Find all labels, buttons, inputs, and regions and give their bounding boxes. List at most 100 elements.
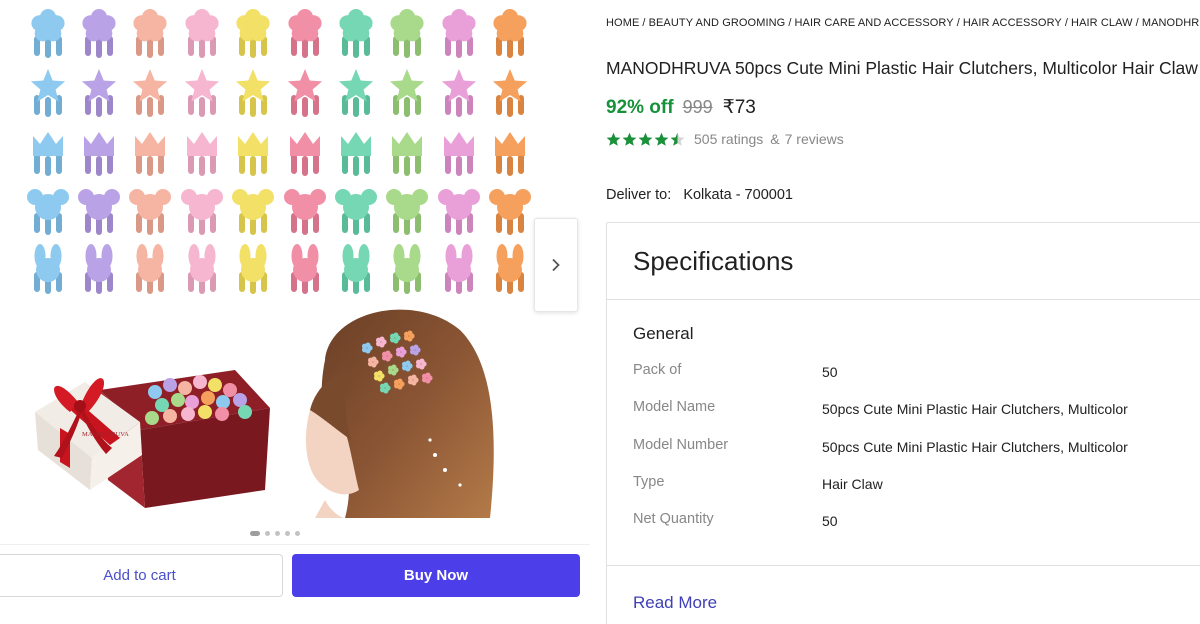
hair-clip-mouse [228, 182, 279, 241]
star-icon [654, 132, 669, 146]
spec-key: Type [633, 473, 665, 490]
pager-dot[interactable] [265, 531, 270, 536]
hair-clip-bunny [382, 241, 433, 300]
spec-value: 50 [822, 513, 838, 530]
boxed-clip [208, 378, 222, 392]
boxed-clip [238, 405, 252, 419]
hair-clip-flower [485, 4, 536, 63]
breadcrumb-product[interactable]: MANODHRUVA H [1142, 17, 1200, 29]
hair-clip-flower [22, 4, 73, 63]
breadcrumb-home[interactable]: HOME [606, 17, 639, 29]
hair-clip-mouse [382, 182, 433, 241]
boxed-clip [223, 383, 237, 397]
image-pager [250, 531, 300, 536]
specifications-heading: Specifications [633, 245, 794, 276]
spec-row: Model Name 50pcs Cute Mini Plastic Hair … [633, 399, 1128, 436]
spec-group-title: General [633, 324, 694, 343]
product-details: HOME / BEAUTY AND GROOMING / HAIR CARE AND A… [606, 0, 1200, 624]
hair-clip-star [279, 63, 330, 122]
hair-clip-bunny [22, 241, 73, 300]
star-icon [638, 132, 653, 146]
hair-clip-crown [279, 122, 330, 181]
pager-dot[interactable] [250, 531, 260, 536]
hair-clip-mouse [73, 182, 124, 241]
next-image-button[interactable] [534, 218, 578, 312]
divider [607, 565, 1200, 566]
boxed-clip [163, 378, 177, 392]
star-icon [606, 132, 621, 146]
breadcrumb: HOME / BEAUTY AND GROOMING / HAIR CARE AND A… [606, 17, 1200, 29]
model-wearing-clips-image[interactable] [285, 300, 500, 518]
spec-row: Net Quantity 50 [633, 511, 1128, 548]
hair-clip-star [382, 63, 433, 122]
boxed-clip [185, 395, 199, 409]
breadcrumb-hair-care-and-accessory[interactable]: HAIR CARE AND ACCESSORY [795, 17, 954, 29]
hair-clip-flower [330, 4, 381, 63]
price-row: 92% off 999 ₹73 [606, 96, 756, 119]
ratings-count: 505 ratings [694, 131, 764, 147]
hair-clip-star [330, 63, 381, 122]
hair-clip-bunny [279, 241, 330, 300]
hair-clip-bunny [485, 241, 536, 300]
breadcrumb-beauty-and-grooming[interactable]: BEAUTY AND GROOMING [649, 17, 786, 29]
hair-clip-bunny [433, 241, 484, 300]
add-to-cart-button[interactable]: Add to cart [0, 554, 283, 597]
deliver-label: Deliver to: [606, 187, 672, 203]
hair-clip-mouse [279, 182, 330, 241]
hair-clip-star [433, 63, 484, 122]
hair-clip-star [125, 63, 176, 122]
hair-clips-image[interactable] [22, 4, 536, 300]
deliver-pincode: Kolkata - 700001 [683, 187, 793, 203]
gift-box-image[interactable]: MANODHRUVA [30, 330, 280, 510]
reviews-count: 7 reviews [784, 131, 844, 147]
hair-clip-flower [382, 4, 433, 63]
boxed-clip [215, 407, 229, 421]
spec-value: 50 [822, 364, 838, 380]
spec-table: Pack of 50 Model Name 50pcs Cute Mini Pl… [633, 362, 1128, 548]
hair-clip-bunny [73, 241, 124, 300]
hair-clip-mouse [330, 182, 381, 241]
buy-now-button[interactable]: Buy Now [292, 554, 580, 597]
boxed-clip [148, 385, 162, 399]
hair-clip-bunny [330, 241, 381, 300]
hair-clip-crown [73, 122, 124, 181]
hair-clip-star [485, 63, 536, 122]
star-icon [670, 132, 685, 146]
discount-percent: 92% off [606, 97, 674, 118]
boxed-clip [201, 391, 215, 405]
boxed-clip [171, 393, 185, 407]
spec-value: 50pcs Cute Mini Plastic Hair Clutchers, … [822, 401, 1128, 418]
hair-clip-mouse [433, 182, 484, 241]
hair-clip-bunny [176, 241, 227, 300]
spec-key: Model Number [633, 436, 729, 453]
hair-clip-flower [125, 4, 176, 63]
boxed-clip [198, 405, 212, 419]
hair-clip-star [73, 63, 124, 122]
breadcrumb-hair-claw[interactable]: HAIR CLAW [1071, 17, 1133, 29]
hair-clip-mouse [125, 182, 176, 241]
boxed-clip [193, 375, 207, 389]
pager-dot[interactable] [295, 531, 300, 536]
read-more-link[interactable]: Read More [633, 593, 717, 613]
pager-dot[interactable] [285, 531, 290, 536]
spec-value: 50pcs Cute Mini Plastic Hair Clutchers, … [822, 438, 1128, 455]
spec-key: Pack of [633, 362, 682, 378]
delivery-location[interactable]: Deliver to: Kolkata - 700001 [606, 187, 793, 203]
boxed-clip [181, 407, 195, 421]
hair-clip-crown [433, 122, 484, 181]
spec-key: Net Quantity [633, 511, 714, 528]
breadcrumb-hair-accessory[interactable]: HAIR ACCESSORY [963, 17, 1062, 29]
hair-clip-mouse [22, 182, 73, 241]
specifications-header: Specifications [607, 223, 1200, 300]
rating-summary[interactable]: 505 ratings & 7 reviews [606, 131, 844, 147]
boxed-clip [163, 409, 177, 423]
box-brand-text: MANODHRUVA [82, 431, 129, 438]
hair-clip-crown [330, 122, 381, 181]
hair-clip-flower [73, 4, 124, 63]
pager-dot[interactable] [275, 531, 280, 536]
hair-clip-crown [485, 122, 536, 181]
hair-clip-crown [176, 122, 227, 181]
hair-clip-star [22, 63, 73, 122]
star-rating [606, 132, 685, 147]
boxed-clip [178, 381, 192, 395]
